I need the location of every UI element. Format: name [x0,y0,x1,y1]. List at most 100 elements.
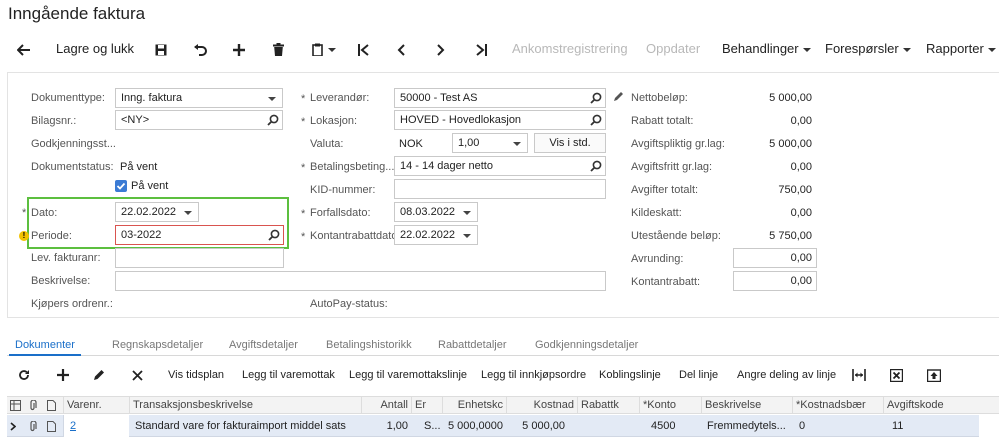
periode-input[interactable]: 03-2022 [115,225,284,245]
attachment-icon[interactable] [28,421,37,432]
add-button[interactable] [233,34,245,64]
search-icon[interactable] [590,92,602,104]
table-row[interactable]: 2 Standard vare for fakturaimport middel… [7,415,979,437]
periode-value: 03-2022 [121,229,162,241]
legg-til-varemottakslinje-button[interactable]: Legg til varemottakslinje [349,362,467,388]
kostnad-cell[interactable]: 5 000,00 [506,415,568,437]
pencil-icon[interactable] [613,91,624,102]
tab-avgiftsdetaljer[interactable]: Avgiftsdetaljer [229,336,298,354]
export-excel-button[interactable] [889,362,904,388]
tab-betalingshistorikk[interactable]: Betalingshistorikk [326,336,412,354]
betalingsbeting-value: 14 - 14 dager netto [400,160,493,172]
kontantrabattdato-input[interactable]: 22.02.2022 [394,225,478,245]
back-button[interactable] [16,34,31,64]
oppdater-button[interactable]: Oppdater [646,34,700,64]
row-selector-icon [10,422,16,431]
column-header-kostnad[interactable]: Kostnad [506,397,577,414]
kostnadsbaer-cell[interactable]: 0 [799,415,805,437]
ankomstregistrering-button[interactable]: Ankomstregistrering [512,34,628,64]
leverandor-input[interactable]: 50000 - Test AS [394,88,606,108]
angre-deling-button[interactable]: Angre deling av linje [737,362,836,388]
vis-tidsplan-button[interactable]: Vis tidsplan [168,362,224,388]
kontantrabatt-input[interactable]: 0,00 [733,271,817,291]
dokumenttype-select[interactable]: Inng. faktura [115,88,283,108]
undo-button[interactable] [193,34,207,64]
excel-icon [889,368,904,382]
tab-rabattdetaljer[interactable]: Rabattdetaljer [438,336,507,354]
legg-til-innkjopsordre-button[interactable]: Legg til innkjøpsordre [481,362,586,388]
avrunding-input[interactable]: 0,00 [733,248,817,268]
column-header-beskrivelse[interactable]: Beskrivelse [701,397,792,414]
column-header-transaksjonsbeskrivelse[interactable]: Transaksjonsbeskrivelse [129,397,361,414]
chevron-down-icon [902,47,911,52]
antall-cell[interactable]: 1,00 [361,415,411,437]
chevron-down-icon [513,142,521,146]
tab-godkjenningsdetaljer[interactable]: Godkjenningsdetaljer [535,336,638,354]
next-record-button[interactable] [437,34,445,64]
kildeskatt-label: Kildeskatt: [631,207,682,219]
kontantrabattdato-value: 22.02.2022 [400,229,456,241]
rapporter-menu[interactable]: Rapporter [926,34,996,64]
valuta-rate-input[interactable]: 1,00 [452,133,528,153]
delete-button[interactable] [273,34,284,64]
varenr-link[interactable]: 2 [70,420,76,432]
fit-columns-button[interactable] [852,362,866,388]
enhetskost-cell[interactable]: 5 000,0000 [442,415,506,437]
avgiftskode-cell[interactable]: 11 [892,415,903,437]
chevron-down-icon [463,211,471,215]
search-icon[interactable] [590,114,602,126]
delete-row-button[interactable] [132,362,143,388]
legg-til-varemottak-button[interactable]: Legg til varemottak [242,362,335,388]
tab-regnskapsdetaljer[interactable]: Regnskapsdetaljer [112,336,203,354]
dato-input[interactable]: 22.02.2022 [115,202,199,222]
first-record-button[interactable] [358,34,370,64]
column-header-varenr[interactable]: Varenr. [63,397,129,414]
rapporter-label: Rapporter [926,41,984,56]
last-record-button[interactable] [475,34,487,64]
search-icon[interactable] [267,114,279,126]
search-icon[interactable] [268,229,280,241]
behandlinger-menu[interactable]: Behandlinger [722,34,811,64]
konto-cell[interactable]: 4500 [651,415,675,437]
column-header-er[interactable]: Er [411,397,442,414]
edit-row-button[interactable] [93,362,105,388]
column-header-konto[interactable]: *Konto [639,397,701,414]
save-button[interactable] [155,34,167,64]
document-icon[interactable] [47,421,56,432]
betalingsbeting-input[interactable]: 14 - 14 dager netto [394,156,606,176]
lokasjon-input[interactable]: HOVED - Hovedlokasjon [394,110,606,130]
koblingslinje-button[interactable]: Koblingslinje [599,362,661,388]
forfallsdato-input[interactable]: 08.03.2022 [394,202,478,222]
beskrivelse-input[interactable] [115,271,606,291]
previous-record-button[interactable] [397,34,405,64]
bilagsnr-input[interactable]: <NY> [115,110,283,130]
column-header-enhetskost[interactable]: Enhetskc [442,397,506,414]
kid-nummer-input[interactable] [394,179,606,199]
er-cell[interactable]: S... [424,415,441,437]
arrow-left-icon [16,43,30,56]
foresporsler-menu[interactable]: Forespørsler [825,34,911,64]
refresh-button[interactable] [18,362,30,388]
beskrivelse-cell[interactable]: Fremmedytels... [707,415,792,437]
varenr-cell[interactable]: 2 [70,415,76,437]
vis-i-std-button[interactable]: Vis i std. [534,133,606,153]
search-icon[interactable] [590,160,602,172]
del-linje-button[interactable]: Del linje [679,362,718,388]
lev-fakturanr-input[interactable] [115,248,284,268]
column-header-avgiftskode[interactable]: Avgiftskode [883,397,979,414]
column-header-rabattk[interactable]: Rabattk [577,397,639,414]
transaksjonsbeskrivelse-cell[interactable]: Standard vare for fakturaimport middel s… [135,415,346,437]
add-row-button[interactable] [57,362,69,388]
tab-dokumenter[interactable]: Dokumenter [9,336,81,356]
save-close-button[interactable]: Lagre og lukk [56,34,134,64]
column-header-kostnadsbaer[interactable]: *Kostnadsbær [792,397,883,414]
avrunding-label: Avrunding: [631,253,684,265]
required-marker: * [301,93,306,105]
refresh-icon [19,370,29,381]
kontantrabattdato-label: Kontantrabattdato: [310,230,401,242]
copy-paste-button[interactable] [312,34,336,64]
upload-button[interactable] [926,362,942,388]
column-header-antall[interactable]: Antall [361,397,411,414]
grid-settings-icon[interactable] [10,400,21,411]
pa-vent-checkbox[interactable] [115,180,127,192]
